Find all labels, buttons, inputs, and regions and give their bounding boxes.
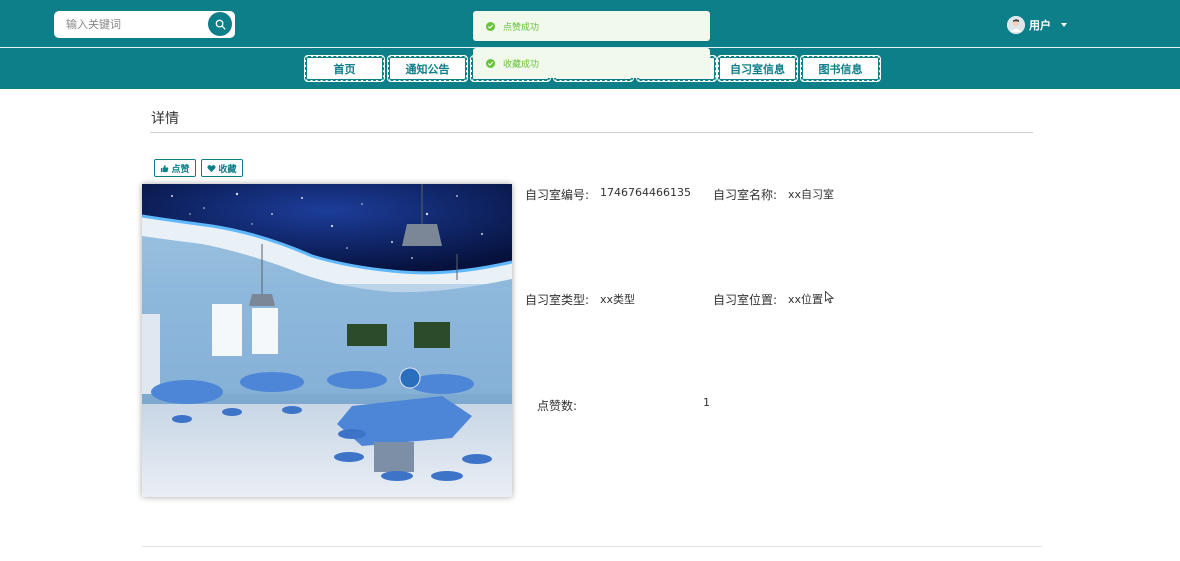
check-icon <box>486 21 495 31</box>
nav-item-label: 首页 <box>333 62 356 76</box>
room-name-value: xx自习室 <box>788 188 835 201</box>
search-icon <box>215 15 226 34</box>
room-type-value: xx类型 <box>600 293 636 306</box>
user-menu[interactable]: 用户 <box>1007 16 1067 34</box>
toast-text: 点赞成功 <box>503 22 540 33</box>
mouse-cursor-icon <box>825 289 835 308</box>
avatar <box>1007 16 1025 34</box>
room-location-value: xx位置 <box>788 293 824 306</box>
study-room-image <box>142 184 512 497</box>
room-number-value: 1746764466135 <box>600 186 691 199</box>
toast-text: 收藏成功 <box>503 59 540 70</box>
check-icon <box>486 58 495 68</box>
room-location-label: 自习室位置: <box>713 293 778 307</box>
room-number-label: 自习室编号: <box>525 188 590 202</box>
nav-item-study-rooms[interactable]: 自习室信息 <box>717 55 798 82</box>
like-button[interactable]: 点赞 <box>154 159 196 177</box>
toast-favorite-success: 收藏成功 <box>473 48 710 78</box>
room-name-label: 自习室名称: <box>713 188 778 202</box>
footer-divider <box>142 546 1042 547</box>
search-input[interactable] <box>54 11 204 38</box>
favorite-label: 收藏 <box>218 164 237 175</box>
nav-item-notices[interactable]: 通知公告 <box>387 55 468 82</box>
nav-item-books[interactable]: 图书信息 <box>800 55 881 82</box>
nav-item-home[interactable]: 首页 <box>304 55 385 82</box>
heart-icon <box>207 164 217 173</box>
nav-item-label: 自习室信息 <box>730 62 785 76</box>
user-name: 用户 <box>1029 19 1051 32</box>
like-label: 点赞 <box>171 164 190 175</box>
search-button[interactable] <box>208 12 232 36</box>
nav-item-label: 图书信息 <box>818 62 863 76</box>
thumbs-up-icon <box>160 164 169 173</box>
chevron-down-icon <box>1061 23 1067 27</box>
likes-count-label: 点赞数: <box>537 399 578 413</box>
favorite-button[interactable]: 收藏 <box>201 159 243 177</box>
likes-count-value: 1 <box>703 396 710 409</box>
nav-item-label: 通知公告 <box>405 62 450 76</box>
toast-like-success: 点赞成功 <box>473 11 710 41</box>
page-title: 详情 <box>151 111 179 127</box>
room-type-label: 自习室类型: <box>525 293 590 307</box>
title-divider <box>150 132 1033 133</box>
